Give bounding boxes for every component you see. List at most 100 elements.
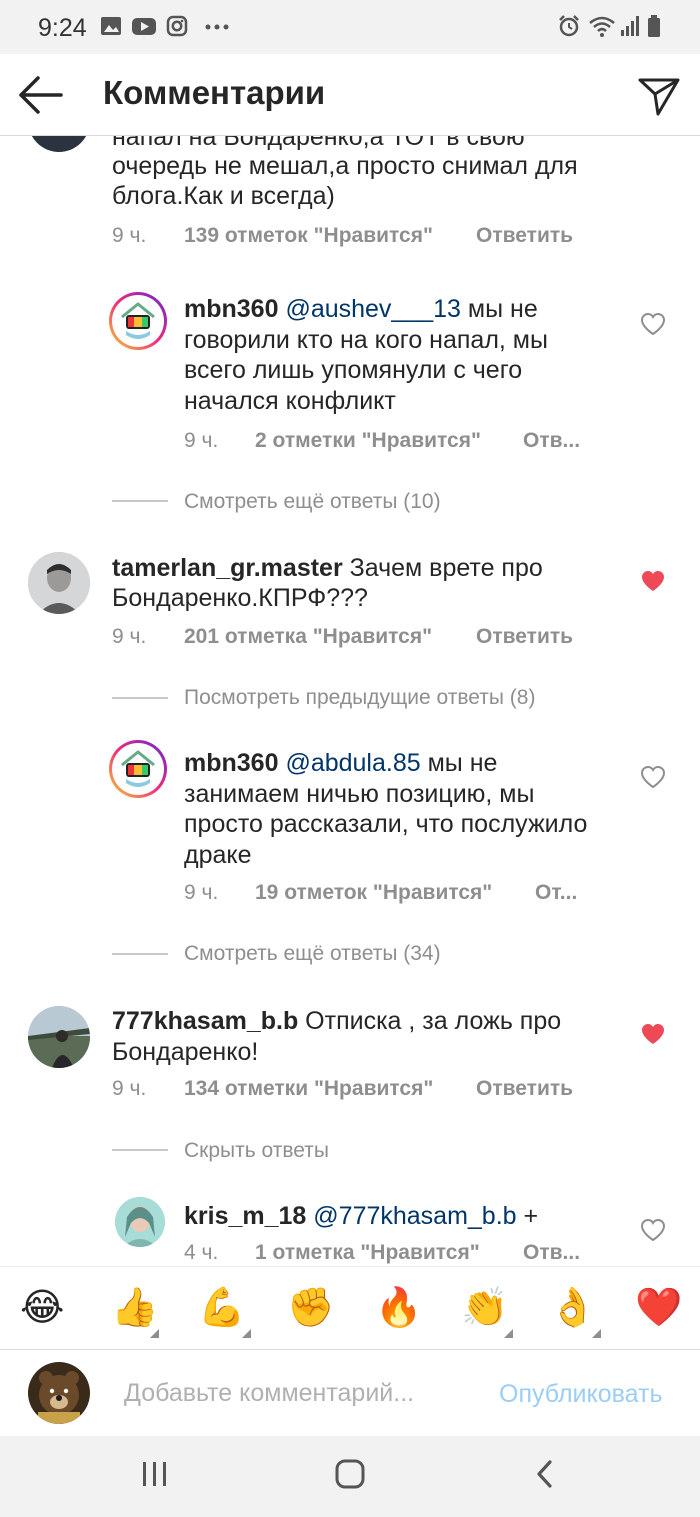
like-button[interactable]: [640, 569, 666, 593]
avatar[interactable]: [115, 1197, 165, 1247]
emoji-fire[interactable]: 🔥: [375, 1285, 422, 1331]
heart-filled-icon: [642, 571, 664, 591]
signal-icon: [619, 14, 641, 43]
status-bar: 9:24: [0, 0, 700, 54]
avatar[interactable]: [28, 136, 90, 152]
avatar[interactable]: [28, 1006, 90, 1068]
status-time: 9:24: [38, 14, 87, 42]
comment-text-line: всего лишь упомянули с чего: [184, 356, 523, 384]
emoji-quick-bar: 😂 👍 💪 ✊ 🔥 👏 👌 ❤️: [0, 1266, 700, 1350]
comment-text: мы не: [427, 749, 498, 777]
likes-count[interactable]: 1 отметка "Нравится": [255, 1241, 480, 1265]
comment-text: мы не: [467, 295, 538, 323]
skin-tone-indicator: [592, 1329, 601, 1338]
comment-text-line: драке: [184, 841, 252, 869]
instagram-icon: [166, 15, 188, 42]
likes-count[interactable]: 2 отметки "Нравится": [255, 429, 481, 453]
comment-text: +: [523, 1202, 539, 1230]
comment-username[interactable]: mbn360: [184, 295, 278, 323]
reply-button[interactable]: Ответить: [476, 1077, 573, 1101]
skin-tone-indicator: [150, 1329, 159, 1338]
emoji-flexed-biceps[interactable]: 💪: [198, 1285, 245, 1331]
comments-list: напал на Бондаренко,а ТОТ в свою очередь…: [0, 136, 700, 1266]
emoji-clapping-hands[interactable]: 👏: [461, 1285, 508, 1331]
emoji-ok-hand[interactable]: 👌: [549, 1285, 596, 1331]
paper-plane-icon: [638, 78, 680, 116]
heart-filled-icon: [642, 1024, 664, 1044]
view-more-replies-link[interactable]: Смотреть ещё ответы (34): [184, 942, 441, 966]
comment-username[interactable]: mbn360: [184, 749, 278, 777]
emoji-red-heart[interactable]: ❤️: [635, 1285, 682, 1331]
top-app-bar: Комментарии: [0, 54, 700, 136]
emoji-thumbs-up[interactable]: 👍: [111, 1285, 158, 1331]
comment-text-line: говорили кто на кого напал, мы: [184, 326, 548, 354]
like-button[interactable]: [640, 1218, 666, 1242]
reply-button[interactable]: От...: [535, 881, 577, 905]
emoji-tears-of-joy[interactable]: 😂: [20, 1285, 64, 1331]
story-ring-avatar[interactable]: [109, 292, 167, 350]
comment-composer: Опубликовать: [0, 1350, 700, 1436]
nav-back-icon[interactable]: [533, 1458, 555, 1495]
comment-text-line: Бондаренко!: [112, 1038, 259, 1066]
own-avatar[interactable]: [28, 1362, 90, 1424]
arrow-left-icon: [19, 76, 63, 114]
skin-tone-indicator: [242, 1329, 251, 1338]
comment-text: Зачем врете про: [349, 554, 543, 582]
avatar[interactable]: [28, 552, 90, 614]
comment-time: 9 ч.: [184, 429, 219, 452]
thread-divider: [112, 1149, 168, 1151]
skin-tone-indicator: [504, 1329, 513, 1338]
comment-username[interactable]: tamerlan_gr.master: [112, 554, 343, 582]
mention-link[interactable]: @aushev___13: [285, 295, 461, 323]
reply-button[interactable]: Ответить: [476, 625, 573, 649]
wifi-icon: [588, 14, 616, 43]
reply-button[interactable]: Отв...: [523, 1241, 580, 1265]
view-more-replies-link[interactable]: Смотреть ещё ответы (10): [184, 490, 441, 514]
reply-button[interactable]: Ответить: [476, 224, 573, 248]
comment-text-line: очередь не мешал,а просто снимал для: [112, 152, 578, 180]
mention-link[interactable]: @777khasam_b.b: [313, 1202, 516, 1230]
thread-divider: [112, 500, 168, 502]
view-previous-replies-link[interactable]: Посмотреть предыдущие ответы (8): [184, 686, 535, 710]
youtube-icon: [131, 15, 157, 42]
more-dots-icon: [204, 15, 230, 42]
comment-time: 9 ч.: [112, 625, 147, 648]
like-button[interactable]: [640, 765, 666, 789]
like-button[interactable]: [640, 1022, 666, 1046]
recent-apps-icon[interactable]: [140, 1458, 170, 1495]
comment-time: 9 ч.: [112, 1077, 147, 1100]
comment-input[interactable]: [124, 1377, 454, 1409]
publish-button[interactable]: Опубликовать: [499, 1380, 662, 1409]
comment-text-line: занимаем ничью позицию, мы: [184, 780, 535, 808]
like-button[interactable]: [640, 312, 666, 336]
alarm-icon: [557, 14, 581, 43]
home-icon[interactable]: [334, 1458, 366, 1495]
gallery-icon: [100, 15, 122, 42]
back-button[interactable]: [18, 74, 64, 116]
comment-text: Отписка , за ложь про: [305, 1007, 562, 1035]
mention-link[interactable]: @abdula.85: [285, 749, 420, 777]
comment-text-line: Бондаренко.КПРФ???: [112, 584, 368, 612]
comment-text-line: просто рассказали, что послужило: [184, 810, 588, 838]
heart-outline-icon: [640, 312, 666, 336]
comment-time: 9 ч.: [184, 881, 219, 904]
story-ring-avatar[interactable]: [109, 740, 167, 798]
hide-replies-link[interactable]: Скрыть ответы: [184, 1139, 329, 1163]
page-title: Комментарии: [103, 74, 326, 111]
heart-outline-icon: [640, 1218, 666, 1242]
comment-username[interactable]: kris_m_18: [184, 1202, 306, 1230]
heart-outline-icon: [640, 765, 666, 789]
likes-count[interactable]: 201 отметка "Нравится": [184, 625, 432, 649]
thread-divider: [112, 697, 168, 699]
system-navigation-bar: [0, 1436, 700, 1517]
reply-button[interactable]: Отв...: [523, 429, 580, 453]
emoji-raised-fist[interactable]: ✊: [287, 1285, 334, 1331]
share-button[interactable]: [636, 72, 682, 118]
likes-count[interactable]: 134 отметки "Нравится": [184, 1077, 433, 1101]
likes-count[interactable]: 139 отметок "Нравится": [184, 224, 433, 248]
battery-icon: [647, 14, 661, 43]
likes-count[interactable]: 19 отметок "Нравится": [255, 881, 492, 905]
comment-username[interactable]: 777khasam_b.b: [112, 1007, 298, 1035]
comment-text-line: блога.Как и всегда): [112, 182, 335, 210]
comment-time: 4 ч.: [184, 1241, 219, 1264]
